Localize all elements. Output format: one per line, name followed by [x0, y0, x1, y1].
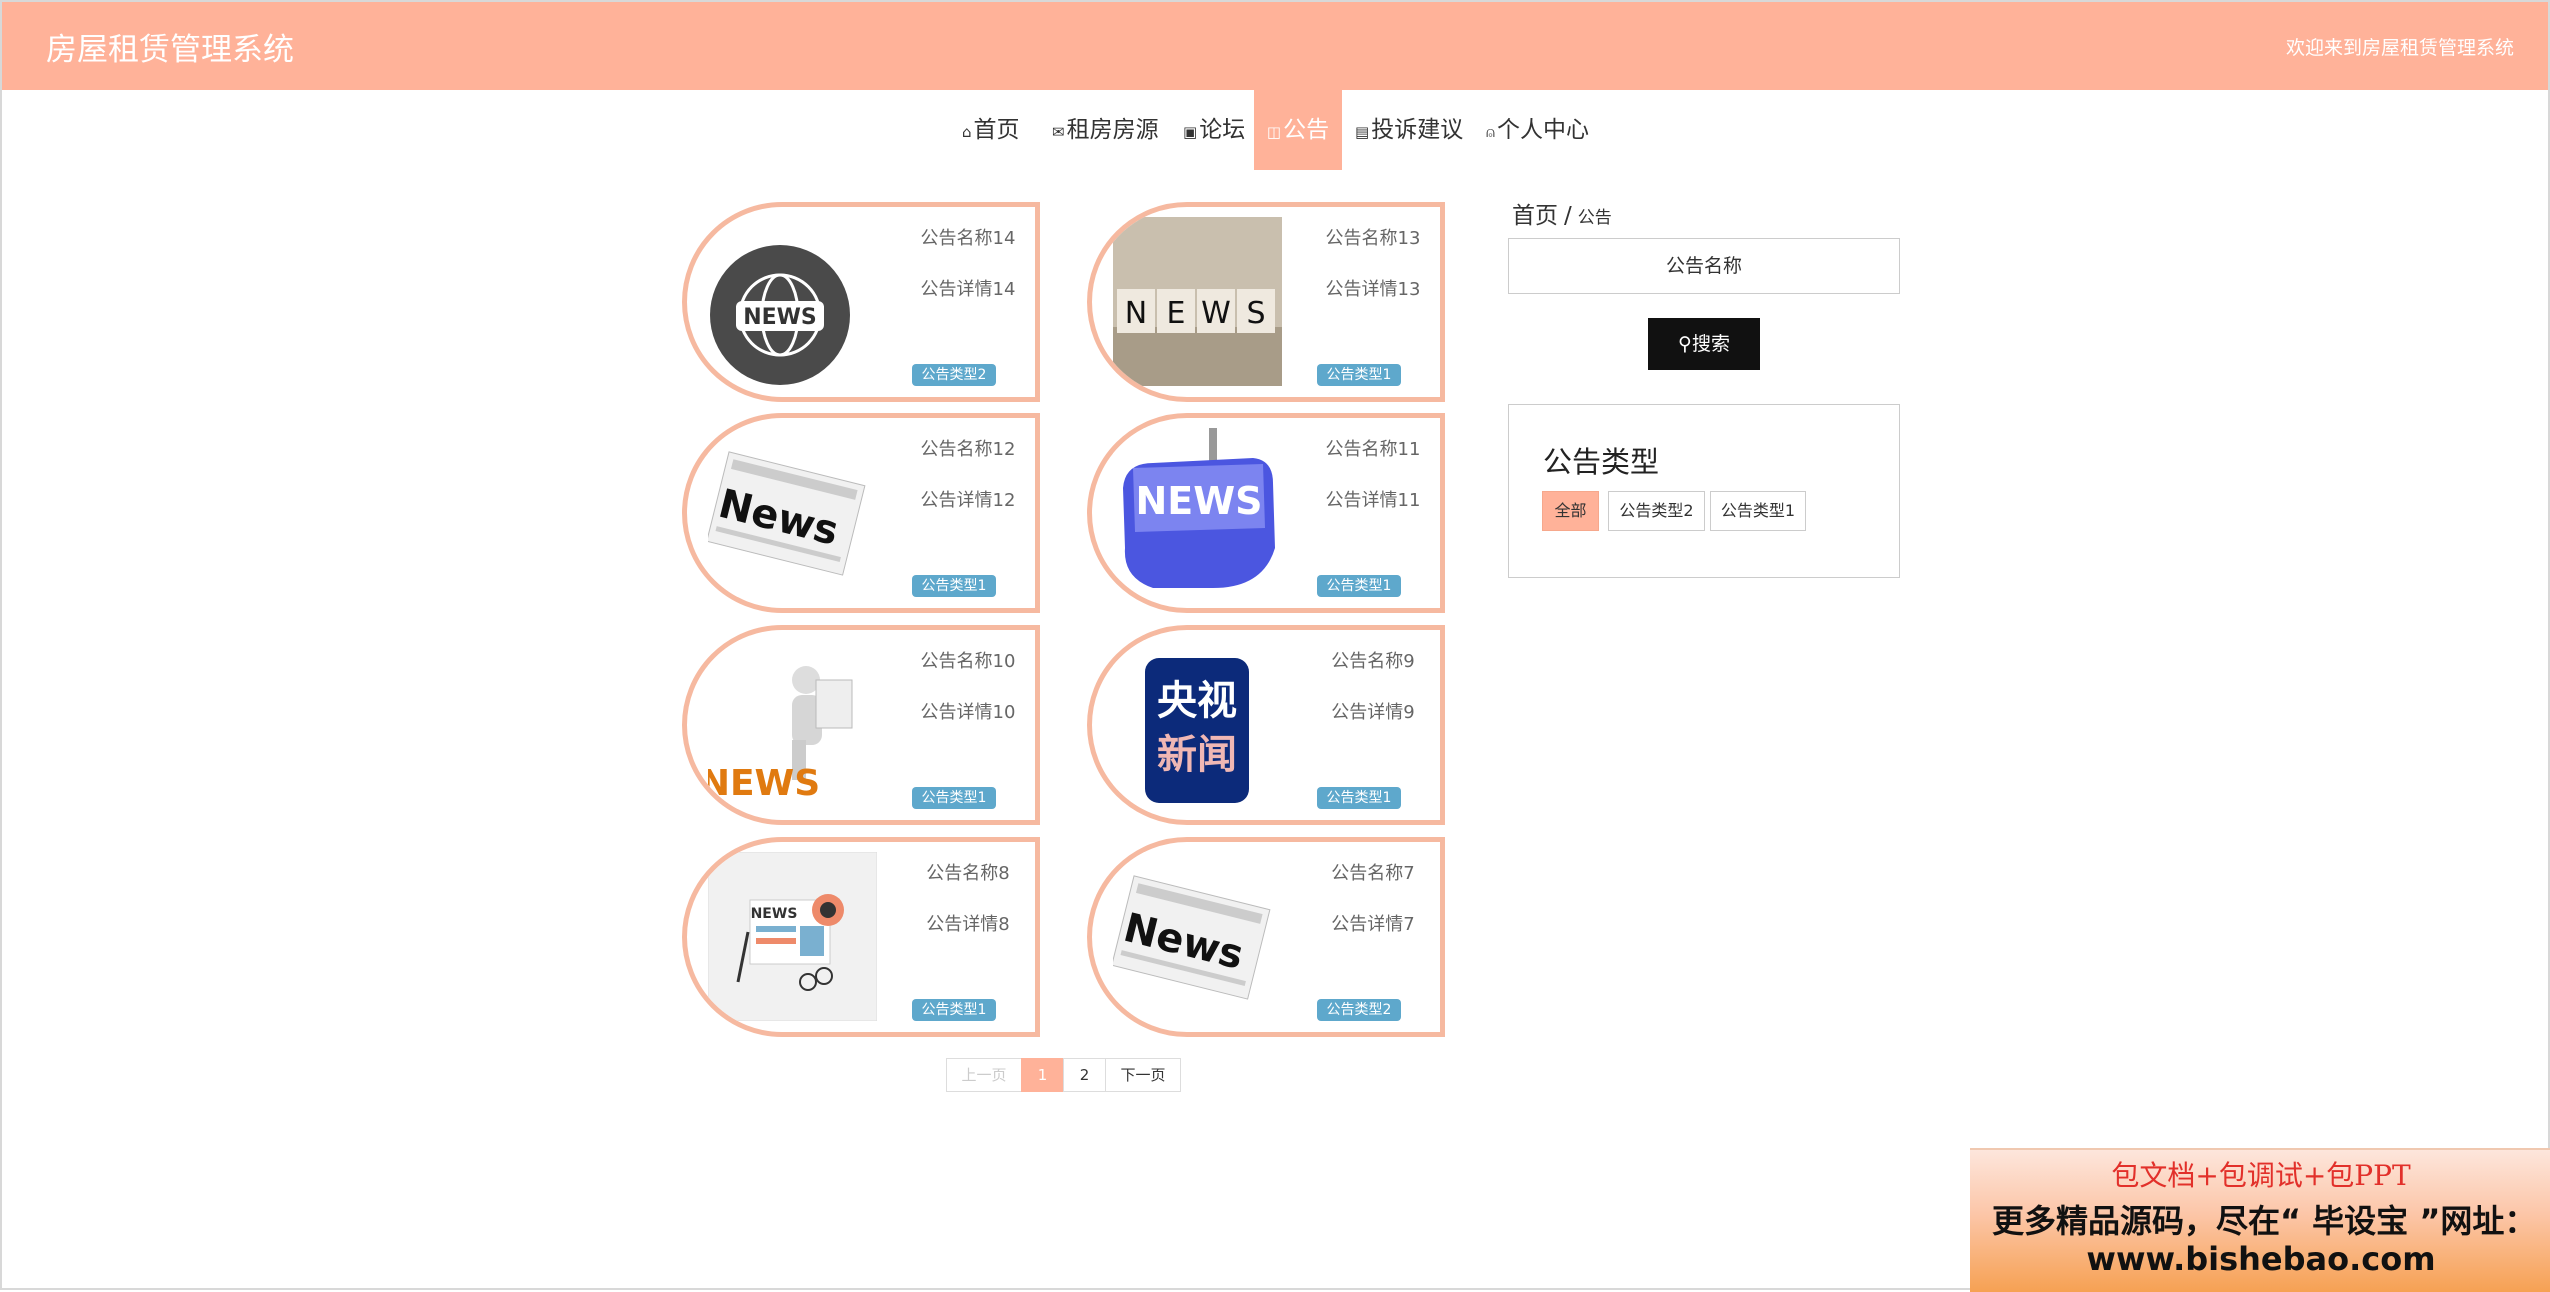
nav-item-notice[interactable]: ◫公告: [1254, 90, 1342, 170]
svg-text:N: N: [1125, 296, 1147, 331]
breadcrumb-current: 公告: [1577, 208, 1612, 228]
feedback-icon: ▤: [1355, 123, 1370, 141]
nav-item-home[interactable]: ⌂首页: [962, 90, 1020, 170]
notice-type-panel: 公告类型 全部 公告类型2 公告类型1: [1508, 404, 1900, 578]
card-detail: 公告详情7: [1331, 914, 1415, 935]
main-nav: ⌂首页 ✉租房房源 ▣论坛 ◫公告 ▤投诉建议 ⍝个人中心: [2, 90, 2548, 170]
card-title: 公告名称11: [1325, 439, 1421, 460]
nav-item-profile[interactable]: ⍝个人中心: [1486, 90, 1589, 170]
news-globe-image: NEWS: [710, 245, 850, 385]
svg-text:NEWS: NEWS: [743, 305, 817, 330]
ad-banner: 包文档+包调试+包PPT 更多精品源码，尽在“ 毕设宝 ”网址： www.bis…: [1970, 1148, 2550, 1292]
svg-text:S: S: [1246, 296, 1265, 331]
svg-text:央视: 央视: [1157, 678, 1237, 724]
breadcrumb-separator: /: [1564, 203, 1572, 229]
card-detail: 公告详情9: [1331, 702, 1415, 723]
page-button[interactable]: 2: [1063, 1058, 1106, 1092]
notice-card[interactable]: News 公告名称12 公告详情12 公告类型1: [682, 413, 1040, 613]
nav-item-forum[interactable]: ▣论坛: [1183, 90, 1245, 170]
news-desk-image: NEWS: [708, 852, 877, 1021]
prev-page-button[interactable]: 上一页: [946, 1058, 1022, 1092]
card-title: 公告名称12: [920, 439, 1016, 460]
newspaper-image: News: [1113, 852, 1282, 1021]
news-figure-image: NEWS: [708, 640, 877, 809]
card-type-badge: 公告类型1: [1317, 787, 1401, 809]
ad-url: www.bishebao.com: [2086, 1240, 2436, 1278]
user-icon: ⍝: [1486, 123, 1496, 141]
search-icon: ⚲: [1678, 333, 1692, 355]
search-input[interactable]: 公告名称: [1508, 238, 1900, 294]
site-title: 房屋租赁管理系统: [46, 32, 294, 68]
card-detail: 公告详情13: [1325, 279, 1421, 300]
cctv-news-logo: 央视 新闻: [1113, 640, 1282, 809]
card-detail: 公告详情12: [920, 490, 1016, 511]
card-title: 公告名称9: [1331, 651, 1415, 672]
mail-icon: ✉: [1052, 123, 1065, 141]
ad-line-1: 包文档+包调试+包PPT: [2111, 1159, 2411, 1192]
news-key-image: NEWS: [1113, 428, 1282, 597]
type-tag-all[interactable]: 全部: [1542, 491, 1599, 531]
nav-item-label: 租房房源: [1066, 117, 1159, 143]
card-type-badge: 公告类型2: [1317, 999, 1401, 1021]
svg-text:NEWS: NEWS: [751, 906, 798, 922]
type-tag[interactable]: 公告类型2: [1608, 491, 1705, 531]
card-title: 公告名称7: [1331, 863, 1415, 884]
ad-line-2: 更多精品源码，尽在“ 毕设宝 ”网址：: [1992, 1202, 2537, 1240]
news-dice-image: N E W S: [1113, 217, 1282, 386]
card-title: 公告名称8: [926, 863, 1010, 884]
notice-card[interactable]: NEWS 公告名称14 公告详情14 公告类型2: [682, 202, 1040, 402]
card-detail: 公告详情11: [1325, 490, 1421, 511]
notice-type-title: 公告类型: [1543, 445, 1660, 479]
search-button[interactable]: ⚲搜索: [1648, 318, 1760, 370]
notice-card[interactable]: NEWS 公告名称11 公告详情11 公告类型1: [1087, 413, 1445, 613]
nav-item-feedback[interactable]: ▤投诉建议: [1355, 90, 1463, 170]
nav-item-label: 论坛: [1199, 117, 1246, 143]
svg-text:NEWS: NEWS: [1135, 479, 1262, 523]
notice-card[interactable]: NEWS 公告名称10 公告详情10 公告类型1: [682, 625, 1040, 825]
home-icon: ⌂: [962, 123, 972, 141]
card-type-badge: 公告类型1: [1317, 364, 1401, 386]
nav-item-listings[interactable]: ✉租房房源: [1052, 90, 1159, 170]
card-title: 公告名称14: [920, 228, 1016, 249]
card-type-badge: 公告类型1: [912, 999, 996, 1021]
nav-item-label: 个人中心: [1497, 117, 1590, 143]
top-header: 房屋租赁管理系统 欢迎来到房屋租赁管理系统: [2, 2, 2548, 90]
nav-item-label: 首页: [973, 117, 1020, 143]
notice-icon: ◫: [1266, 123, 1282, 141]
svg-text:NEWS: NEWS: [708, 763, 820, 804]
notice-card[interactable]: NEWS 公告名称8 公告详情8 公告类型1: [682, 837, 1040, 1037]
svg-text:E: E: [1167, 296, 1186, 331]
nav-item-label: 公告: [1283, 117, 1330, 143]
card-detail: 公告详情14: [920, 279, 1016, 300]
card-type-badge: 公告类型1: [912, 787, 996, 809]
page-button[interactable]: 1: [1021, 1058, 1064, 1092]
svg-text:W: W: [1201, 296, 1231, 331]
search-button-label: 搜索: [1691, 333, 1730, 355]
nav-item-label: 投诉建议: [1371, 117, 1464, 143]
card-detail: 公告详情8: [926, 914, 1010, 935]
card-type-badge: 公告类型1: [1317, 575, 1401, 597]
card-type-badge: 公告类型1: [912, 575, 996, 597]
svg-text:新闻: 新闻: [1157, 732, 1237, 778]
gift-icon: ▣: [1183, 123, 1198, 141]
pagination: 上一页 1 2 下一页: [946, 1058, 1181, 1092]
card-type-badge: 公告类型2: [912, 364, 996, 386]
notice-card[interactable]: News 公告名称7 公告详情7 公告类型2: [1087, 837, 1445, 1037]
card-title: 公告名称13: [1325, 228, 1421, 249]
breadcrumb: 首页 / 公告: [1512, 196, 1612, 230]
card-title: 公告名称10: [920, 651, 1016, 672]
notice-card[interactable]: 央视 新闻 公告名称9 公告详情9 公告类型1: [1087, 625, 1445, 825]
type-tag[interactable]: 公告类型1: [1710, 491, 1806, 531]
next-page-button[interactable]: 下一页: [1105, 1058, 1181, 1092]
welcome-text: 欢迎来到房屋租赁管理系统: [2285, 37, 2514, 59]
notice-card[interactable]: N E W S 公告名称13 公告详情13 公告类型1: [1087, 202, 1445, 402]
breadcrumb-home[interactable]: 首页: [1512, 203, 1558, 229]
card-detail: 公告详情10: [920, 702, 1016, 723]
newspaper-image: News: [708, 428, 877, 597]
